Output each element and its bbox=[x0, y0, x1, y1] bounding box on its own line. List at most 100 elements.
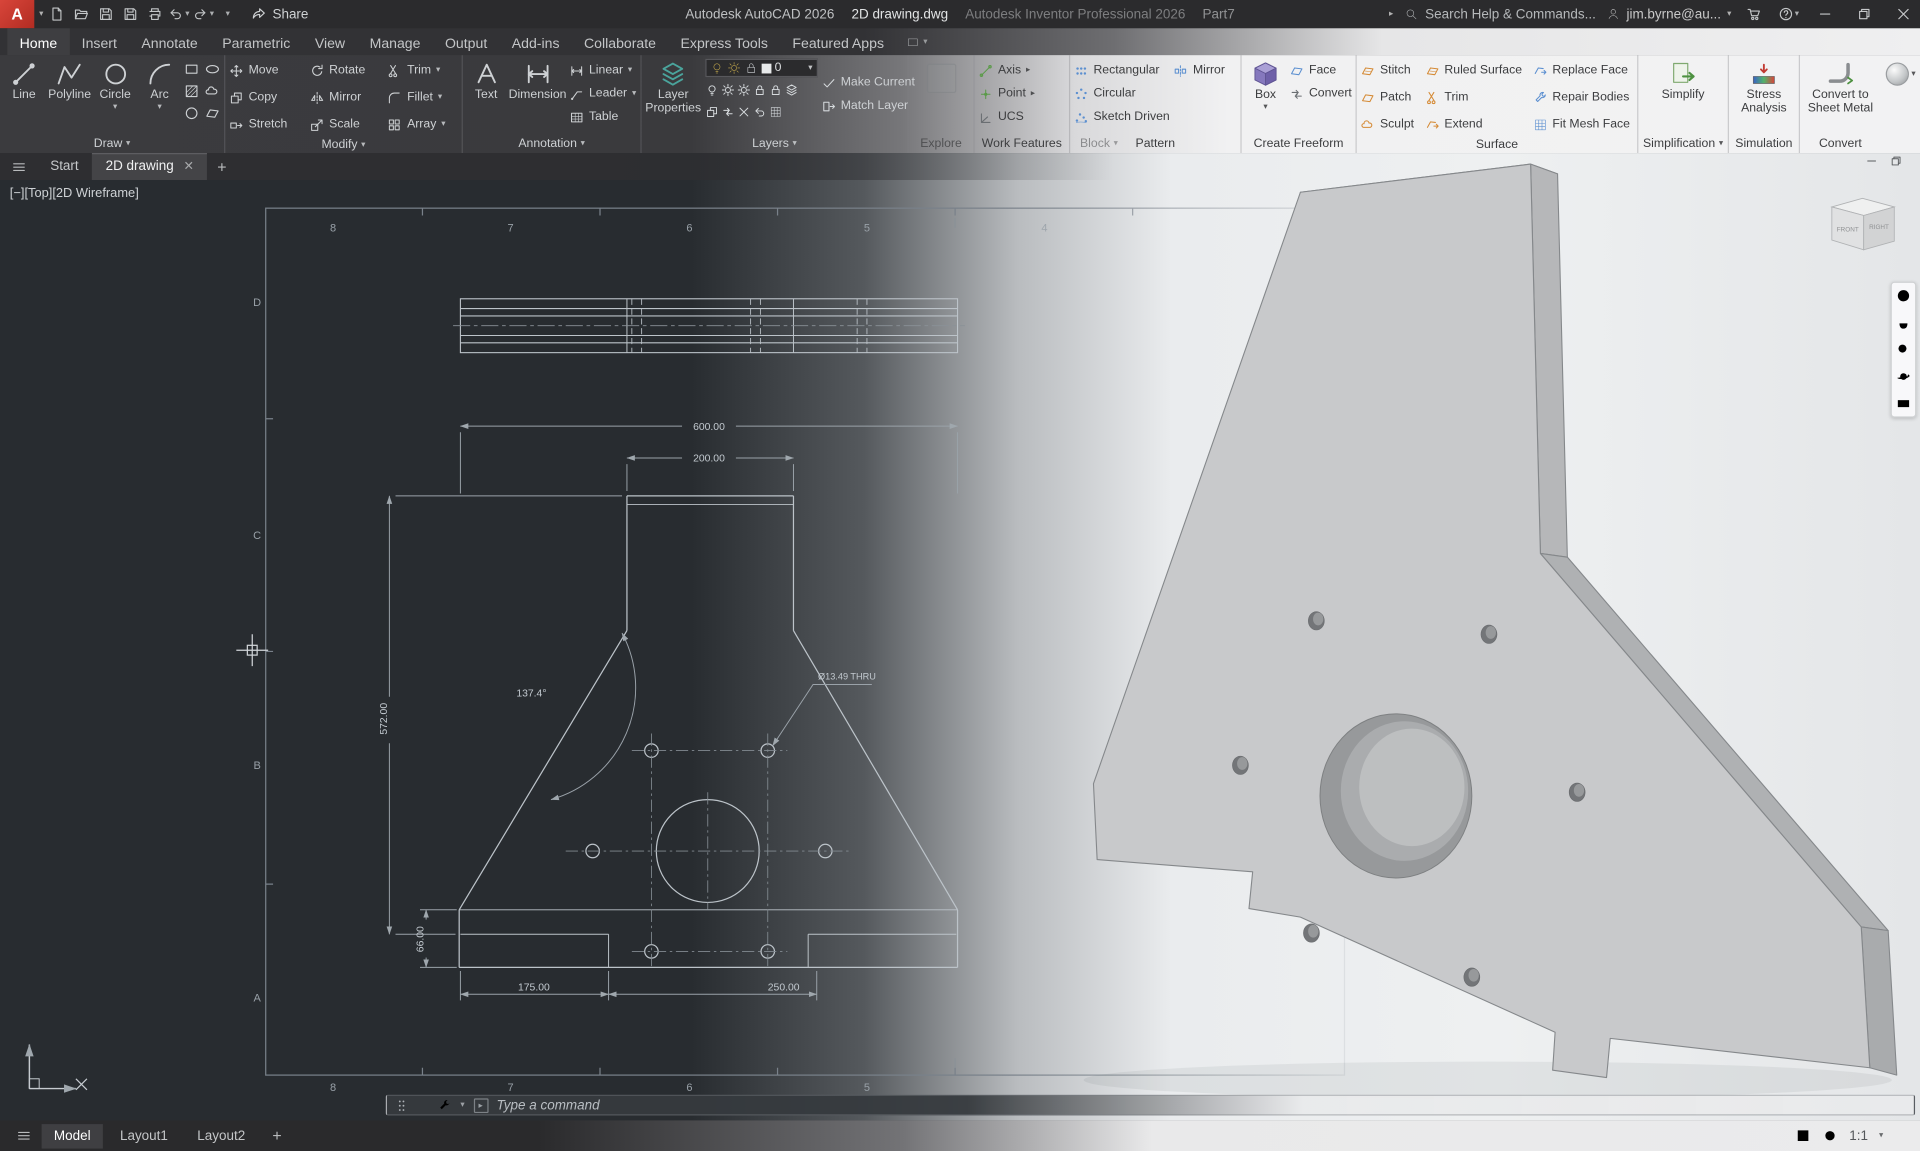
file-tabs-menu-button[interactable] bbox=[0, 153, 37, 180]
line-button[interactable]: Line bbox=[4, 59, 45, 103]
simulation-panel-label[interactable]: Simulation bbox=[1733, 135, 1795, 153]
freeform-convert-button[interactable]: Convert bbox=[1289, 82, 1351, 105]
region-tool-button[interactable] bbox=[205, 105, 221, 125]
leader-button[interactable]: Leader▾ bbox=[569, 82, 636, 105]
ribbon-display-toggle[interactable]: ▾ bbox=[896, 28, 937, 55]
viewport-controls[interactable]: [−][Top][2D Wireframe] bbox=[10, 186, 139, 201]
layer-merge-icon[interactable] bbox=[721, 105, 734, 118]
object-snap-icon[interactable] bbox=[1822, 1128, 1838, 1144]
share-button[interactable]: Share bbox=[250, 6, 308, 22]
tab-insert[interactable]: Insert bbox=[69, 28, 129, 55]
close-tab-icon[interactable]: ✕ bbox=[184, 160, 194, 173]
surface-panel-label[interactable]: Surface bbox=[1360, 136, 1633, 153]
trim-button[interactable]: Trim▾ bbox=[387, 59, 457, 82]
tab-layout2[interactable]: Layout2 bbox=[185, 1123, 257, 1147]
undo-button[interactable]: ▾ bbox=[167, 1, 190, 27]
layer-prev-icon[interactable] bbox=[753, 105, 766, 118]
text-button[interactable]: Text bbox=[467, 59, 506, 103]
help-button[interactable]: ▾ bbox=[1777, 1, 1800, 27]
inventor-3d-viewport[interactable]: FRONT RIGHT bbox=[0, 153, 1920, 1120]
save-as-button[interactable] bbox=[118, 1, 141, 27]
minimize-button[interactable] bbox=[1811, 0, 1839, 28]
ruled-surface-button[interactable]: Ruled Surface bbox=[1425, 59, 1526, 82]
hatch-tool-button[interactable] bbox=[184, 83, 200, 103]
simplify-button[interactable]: Simplify bbox=[1649, 59, 1718, 103]
tab-parametric[interactable]: Parametric bbox=[210, 28, 303, 55]
tab-model[interactable]: Model bbox=[42, 1123, 103, 1147]
stretch-button[interactable]: Stretch bbox=[229, 113, 300, 136]
scale-caret[interactable]: ▾ bbox=[1879, 1131, 1883, 1140]
command-grip-icon[interactable] bbox=[394, 1098, 409, 1113]
command-close-icon[interactable] bbox=[418, 1100, 429, 1111]
tab-featured-apps[interactable]: Featured Apps bbox=[780, 28, 896, 55]
tab-layout1[interactable]: Layout1 bbox=[108, 1123, 180, 1147]
app-menu-button[interactable]: A bbox=[0, 0, 34, 28]
tab-collaborate[interactable]: Collaborate bbox=[572, 28, 669, 55]
mirror-pattern-button[interactable]: Mirror bbox=[1173, 59, 1225, 82]
doc-restore-icon[interactable] bbox=[1889, 154, 1902, 167]
orbit-icon[interactable] bbox=[1896, 369, 1912, 385]
dimension-button[interactable]: Dimension bbox=[509, 59, 565, 103]
look-at-icon[interactable] bbox=[1896, 396, 1912, 412]
array-button[interactable]: Array▾ bbox=[387, 113, 457, 136]
explore-panel-label[interactable]: Explore bbox=[912, 135, 970, 153]
close-button[interactable] bbox=[1889, 0, 1917, 28]
layer-unlock-icon[interactable] bbox=[768, 83, 781, 96]
point-button[interactable]: Point▸ bbox=[978, 82, 1035, 105]
replace-face-button[interactable]: Replace Face bbox=[1533, 59, 1634, 82]
new-layout-button[interactable]: + bbox=[262, 1127, 291, 1145]
modify-panel-label[interactable]: Modify▾ bbox=[229, 136, 458, 153]
command-customize-icon[interactable] bbox=[437, 1098, 452, 1113]
rectangular-pattern-button[interactable]: Rectangular bbox=[1074, 59, 1170, 82]
layers-panel-label[interactable]: Layers▾ bbox=[645, 135, 903, 153]
pan-icon[interactable] bbox=[1896, 315, 1912, 331]
annotation-scale-value[interactable]: 1:1 bbox=[1849, 1128, 1868, 1143]
rotate-button[interactable]: Rotate bbox=[310, 59, 378, 82]
qat-customize-caret[interactable]: ▾ bbox=[216, 1, 239, 27]
redo-button[interactable]: ▾ bbox=[192, 1, 215, 27]
layer-lock-tool-icon[interactable] bbox=[753, 83, 766, 96]
viewcube[interactable]: FRONT RIGHT bbox=[1832, 198, 1894, 249]
convert-panel-label[interactable]: Convert bbox=[1804, 135, 1877, 153]
linear-button[interactable]: Linear▾ bbox=[569, 59, 636, 82]
revision-cloud-button[interactable] bbox=[205, 83, 221, 103]
axis-button[interactable]: Axis▸ bbox=[978, 59, 1030, 82]
zoom-icon[interactable] bbox=[1896, 342, 1912, 358]
navigation-wheel-icon[interactable] bbox=[1896, 288, 1912, 304]
app-menu-caret[interactable]: ▾ bbox=[39, 10, 43, 19]
layer-isolate-icon[interactable] bbox=[721, 83, 734, 96]
convert-to-sheet-metal-button[interactable]: Convert to Sheet Metal bbox=[1804, 59, 1877, 116]
customization-icon[interactable] bbox=[1894, 1128, 1910, 1144]
polyline-button[interactable]: Polyline bbox=[48, 59, 91, 103]
circular-pattern-button[interactable]: Circular bbox=[1074, 82, 1170, 105]
collapse-search-caret[interactable]: ▸ bbox=[1389, 10, 1393, 19]
layer-freeze-icon[interactable] bbox=[737, 83, 750, 96]
create-freeform-panel-label[interactable]: Create Freeform bbox=[1245, 135, 1352, 153]
layer-delete-icon[interactable] bbox=[737, 105, 750, 118]
draw-panel-label[interactable]: Draw▾ bbox=[4, 135, 221, 153]
stitch-button[interactable]: Stitch bbox=[1360, 59, 1417, 82]
arc-button[interactable]: Arc▾ bbox=[139, 59, 180, 111]
new-drawing-tab-button[interactable]: + bbox=[207, 153, 236, 180]
move-button[interactable]: Move bbox=[229, 59, 300, 82]
app-store-button[interactable] bbox=[1742, 1, 1765, 27]
layer-properties-button[interactable]: Layer Properties bbox=[645, 59, 701, 116]
match-layer-button[interactable]: Match Layer bbox=[821, 94, 915, 117]
fillet-button[interactable]: Fillet▾ bbox=[387, 86, 457, 109]
stress-analysis-button[interactable]: Stress Analysis bbox=[1733, 59, 1795, 116]
tab-start[interactable]: Start bbox=[37, 153, 92, 180]
work-features-panel-label[interactable]: Work Features bbox=[978, 135, 1065, 153]
layer-walk-icon[interactable] bbox=[784, 83, 797, 96]
fit-mesh-face-button[interactable]: Fit Mesh Face bbox=[1533, 113, 1634, 136]
ucs-button[interactable]: UCS bbox=[978, 105, 1023, 128]
restore-button[interactable] bbox=[1850, 0, 1878, 28]
appearance-control[interactable]: ▾ bbox=[1881, 55, 1920, 153]
tab-2d-drawing[interactable]: 2D drawing ✕ bbox=[92, 153, 207, 180]
new-button[interactable] bbox=[45, 1, 68, 27]
command-line[interactable]: ▾ ▸ Type a command bbox=[386, 1095, 1915, 1116]
sculpt-button[interactable]: Sculpt bbox=[1360, 113, 1417, 136]
save-button[interactable] bbox=[94, 1, 117, 27]
mirror-button[interactable]: Mirror bbox=[310, 86, 378, 109]
tab-home[interactable]: Home bbox=[7, 28, 69, 55]
table-button[interactable]: Table bbox=[569, 105, 636, 128]
